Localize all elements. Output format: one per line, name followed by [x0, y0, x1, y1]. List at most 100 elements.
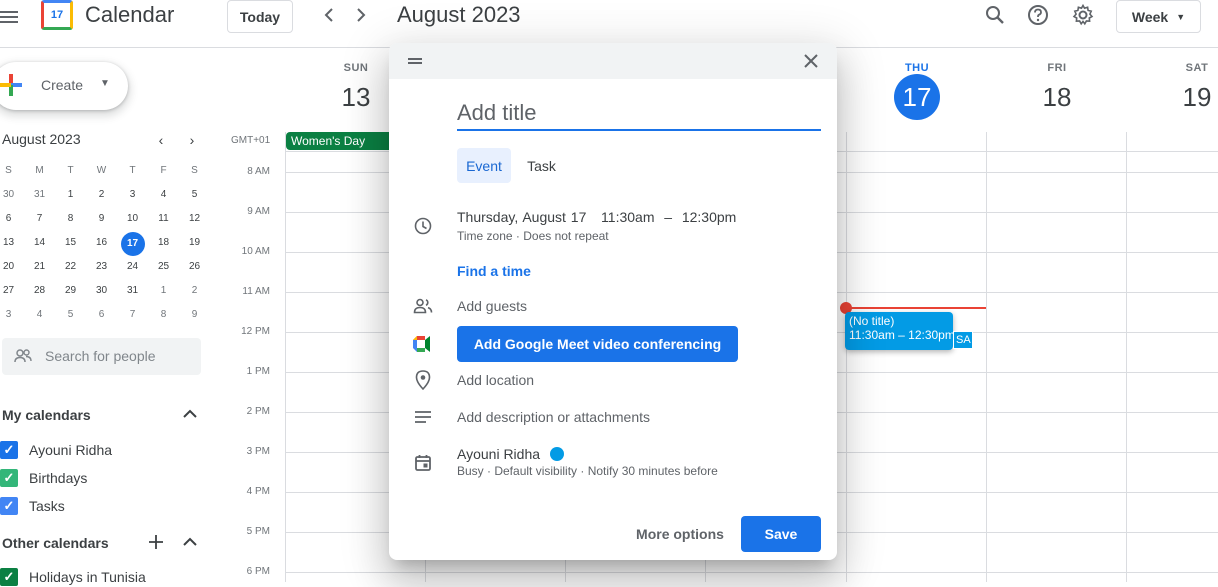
add-description-field[interactable]: Add description or attachments — [457, 409, 650, 425]
mini-day[interactable]: 8 — [55, 208, 86, 230]
create-button[interactable]: Create ▼ — [0, 62, 128, 110]
drag-handle-icon[interactable] — [408, 58, 422, 64]
chevron-up-icon[interactable] — [182, 406, 198, 422]
mini-day[interactable]: 2 — [86, 184, 117, 206]
calendar-label: Ayouni Ridha — [29, 442, 113, 458]
mini-day[interactable]: 18 — [148, 232, 179, 254]
day-header-fri[interactable]: FRI 18 — [987, 62, 1127, 125]
search-people-field[interactable]: Search for people — [2, 338, 201, 375]
add-calendar-icon[interactable] — [148, 534, 164, 550]
mini-day[interactable]: 7 — [24, 208, 55, 230]
find-a-time-link[interactable]: Find a time — [457, 263, 531, 279]
mini-prev-icon[interactable]: ‹ — [153, 132, 169, 148]
mini-day[interactable]: 6 — [0, 208, 24, 230]
mini-week-row: 3456789 — [0, 303, 210, 327]
calendar-owner[interactable]: Ayouni Ridha — [457, 446, 565, 462]
mini-day[interactable]: 23 — [86, 256, 117, 278]
mini-day[interactable]: 8 — [148, 304, 179, 326]
mini-day[interactable]: 27 — [0, 280, 24, 302]
mini-day[interactable]: 1 — [55, 184, 86, 206]
mini-day[interactable]: 1 — [148, 280, 179, 302]
mini-day[interactable]: 29 — [55, 280, 86, 302]
mini-day[interactable]: 15 — [55, 232, 86, 254]
mini-day[interactable]: 13 — [0, 232, 24, 254]
mini-day[interactable]: 20 — [0, 256, 24, 278]
event-date-time[interactable]: Thursday, August 17 11:30am – 12:30pm — [457, 209, 736, 225]
google-meet-button[interactable]: Add Google Meet video conferencing — [457, 326, 738, 362]
calendar-item-holidays[interactable]: ✓ Holidays in Tunisia — [0, 567, 146, 587]
mini-day[interactable]: 5 — [179, 184, 210, 206]
checkbox-icon[interactable]: ✓ — [0, 497, 18, 515]
prev-week-icon[interactable] — [317, 3, 341, 27]
today-number[interactable]: 17 — [894, 74, 940, 120]
mini-day[interactable]: 24 — [117, 256, 148, 278]
day-number[interactable]: 19 — [1127, 79, 1218, 125]
allday-event[interactable]: Women's Day — [286, 132, 390, 150]
mini-next-icon[interactable]: › — [184, 132, 200, 148]
my-calendars-title[interactable]: My calendars — [2, 407, 91, 423]
mini-day[interactable]: 9 — [86, 208, 117, 230]
mini-day[interactable]: 30 — [0, 184, 24, 206]
add-location-field[interactable]: Add location — [457, 372, 534, 388]
mini-day[interactable]: 12 — [179, 208, 210, 230]
mini-day[interactable]: 10 — [117, 208, 148, 230]
today-button[interactable]: Today — [227, 0, 293, 33]
calendar-item-tasks[interactable]: ✓ Tasks — [0, 496, 65, 516]
day-number[interactable]: 17 — [847, 74, 987, 125]
mini-day[interactable]: 4 — [24, 304, 55, 326]
checkbox-icon[interactable]: ✓ — [0, 568, 18, 586]
view-select-button[interactable]: Week ▼ — [1116, 0, 1201, 33]
draft-event-block[interactable]: (No title) 11:30am – 12:30pm — [845, 312, 953, 350]
calendar-item-ayouni-ridha[interactable]: ✓ Ayouni Ridha — [0, 440, 112, 460]
mini-day[interactable]: 9 — [179, 304, 210, 326]
owner-details[interactable]: Busy · Default visibility · Notify 30 mi… — [457, 464, 718, 478]
mini-day[interactable]: 30 — [86, 280, 117, 302]
close-icon[interactable] — [801, 51, 821, 71]
day-number[interactable]: 18 — [987, 79, 1127, 125]
calendar-item-birthdays[interactable]: ✓ Birthdays — [0, 468, 87, 488]
tab-task[interactable]: Task — [519, 148, 564, 183]
mini-day[interactable]: 6 — [86, 304, 117, 326]
mini-day[interactable]: 22 — [55, 256, 86, 278]
calendar-color-dot[interactable] — [550, 447, 565, 461]
settings-gear-icon[interactable] — [1071, 3, 1095, 27]
timezone-repeat[interactable]: Time zone · Does not repeat — [457, 229, 609, 243]
dialog-drag-bar[interactable] — [389, 43, 837, 79]
next-week-icon[interactable] — [349, 3, 373, 27]
mini-day[interactable]: 31 — [117, 280, 148, 302]
mini-day[interactable]: 16 — [86, 232, 117, 254]
mini-day[interactable]: 3 — [0, 304, 24, 326]
mini-day-selected[interactable]: 17 — [120, 232, 145, 256]
calendar-logo-icon: 17 — [41, 0, 73, 30]
mini-day[interactable]: 4 — [148, 184, 179, 206]
mini-day[interactable]: 14 — [24, 232, 55, 254]
mini-day[interactable]: 26 — [179, 256, 210, 278]
save-button[interactable]: Save — [741, 516, 821, 552]
day-header-sat[interactable]: SAT 19 — [1127, 62, 1218, 125]
mini-day[interactable]: 7 — [117, 304, 148, 326]
mini-day[interactable]: 21 — [24, 256, 55, 278]
day-header-thu[interactable]: THU 17 — [847, 62, 987, 125]
mini-day[interactable]: 2 — [179, 280, 210, 302]
mini-day[interactable]: 25 — [148, 256, 179, 278]
mini-day[interactable]: 3 — [117, 184, 148, 206]
mini-day[interactable]: 28 — [24, 280, 55, 302]
help-icon[interactable] — [1026, 3, 1050, 27]
event-title-input[interactable] — [457, 97, 821, 131]
tab-event[interactable]: Event — [457, 148, 511, 183]
chevron-up-icon[interactable] — [182, 534, 198, 550]
mini-day[interactable]: 31 — [24, 184, 55, 206]
more-options-button[interactable]: More options — [630, 516, 730, 552]
mini-day[interactable]: 11 — [148, 208, 179, 230]
main-menu-icon[interactable] — [0, 8, 20, 24]
search-icon[interactable] — [983, 3, 1007, 27]
other-calendars-title[interactable]: Other calendars — [2, 535, 109, 551]
mini-day[interactable]: 5 — [55, 304, 86, 326]
add-guests-field[interactable]: Add guests — [457, 298, 527, 314]
event-time: 11:30am – 12:30pm — [849, 328, 953, 342]
checkbox-icon[interactable]: ✓ — [0, 469, 18, 487]
mini-day[interactable]: 19 — [179, 232, 210, 254]
mini-day[interactable]: 17 — [117, 232, 148, 256]
small-event-chip[interactable]: SA — [953, 331, 973, 349]
checkbox-icon[interactable]: ✓ — [0, 441, 18, 459]
